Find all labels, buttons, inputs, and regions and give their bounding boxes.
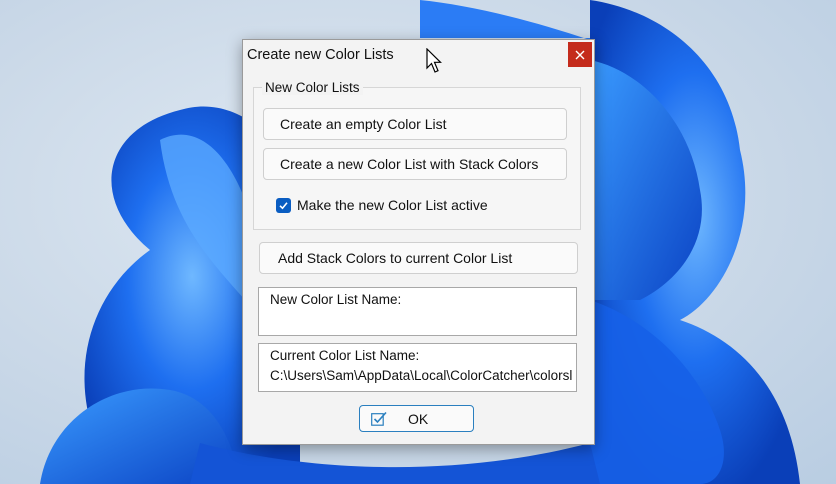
dialog-title: Create new Color Lists bbox=[247, 47, 394, 63]
current-name-value: C:\Users\Sam\AppData\Local\ColorCatcher\… bbox=[270, 368, 573, 383]
checkmark-icon bbox=[279, 201, 288, 209]
create-stack-list-label: Create a new Color List with Stack Color… bbox=[280, 156, 539, 172]
create-stack-list-button[interactable]: Create a new Color List with Stack Color… bbox=[263, 148, 567, 180]
create-empty-list-label: Create an empty Color List bbox=[280, 116, 447, 132]
add-stack-colors-button[interactable]: Add Stack Colors to current Color List bbox=[259, 242, 578, 274]
add-stack-colors-label: Add Stack Colors to current Color List bbox=[278, 250, 513, 266]
make-active-row: Make the new Color List active bbox=[276, 197, 488, 213]
ok-button[interactable]: OK bbox=[359, 405, 474, 432]
make-active-label: Make the new Color List active bbox=[297, 197, 488, 213]
create-color-lists-dialog: Create new Color Lists New Color Lists C… bbox=[242, 39, 595, 445]
checkmark-icon bbox=[371, 411, 387, 426]
group-label: New Color Lists bbox=[262, 80, 363, 95]
title-bar[interactable]: Create new Color Lists bbox=[243, 40, 594, 71]
current-name-label: Current Color List Name: bbox=[270, 348, 420, 363]
create-empty-list-button[interactable]: Create an empty Color List bbox=[263, 108, 567, 140]
new-name-label: New Color List Name: bbox=[270, 292, 402, 307]
close-button[interactable] bbox=[568, 42, 592, 67]
close-icon bbox=[575, 50, 585, 59]
new-name-field[interactable]: New Color List Name: bbox=[258, 287, 577, 336]
current-name-field[interactable]: Current Color List Name: C:\Users\Sam\Ap… bbox=[258, 343, 577, 392]
ok-label: OK bbox=[408, 411, 429, 427]
make-active-checkbox[interactable] bbox=[276, 197, 291, 213]
mouse-cursor-icon bbox=[426, 48, 442, 73]
